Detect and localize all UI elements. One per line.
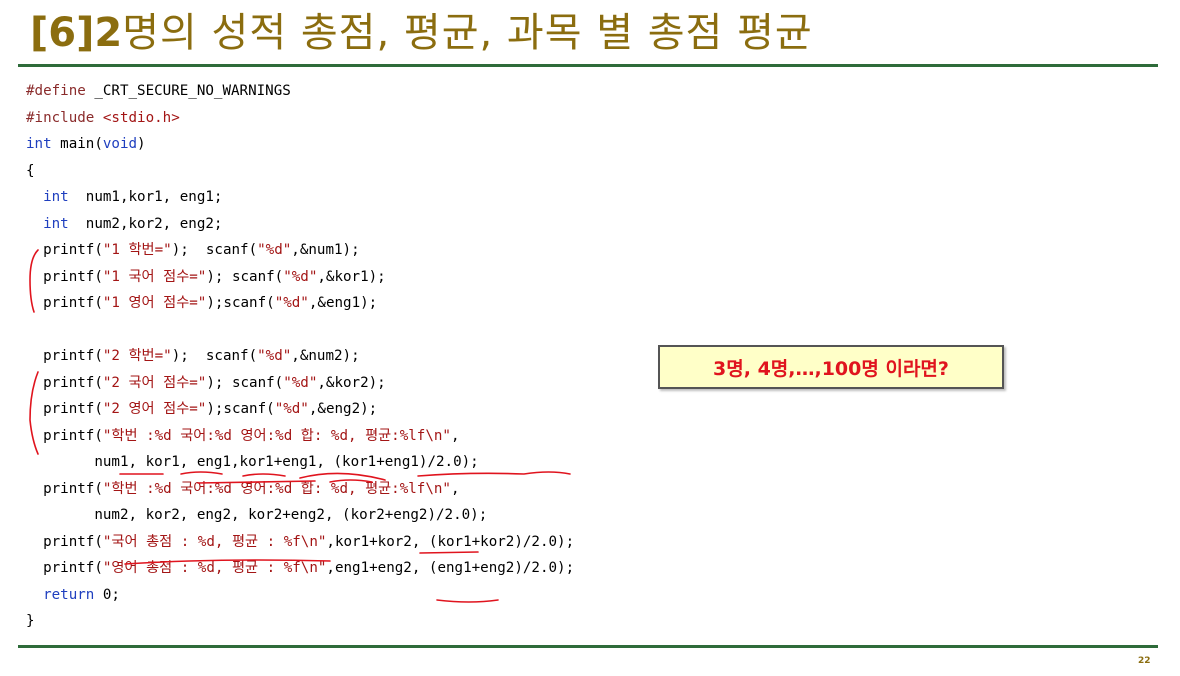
code-line: printf("영어 총점 : %d, 평균 : %f\n",eng1+eng2… — [26, 555, 574, 582]
code-token: void — [102, 136, 138, 152]
code-token: return — [43, 586, 95, 603]
code-token: , — [450, 427, 460, 444]
code-line: printf("1 학번="); scanf("%d",&num1); — [26, 237, 574, 264]
code-token: "%d" — [283, 374, 318, 391]
code-line: printf("1 국어 점수="); scanf("%d",&kor1); — [26, 264, 574, 291]
code-token: ,&kor2); — [317, 374, 386, 391]
code-token: num1, kor1, eng1,kor1+eng1, (kor1+eng1)/… — [26, 454, 479, 470]
code-line: } — [26, 608, 574, 635]
code-token: ,kor1+kor2, (kor1+kor2)/2.0); — [326, 533, 575, 550]
code-token: int — [43, 189, 69, 205]
code-line: printf("학번 :%d 국어:%d 영어:%d 합: %d, 평균:%lf… — [26, 423, 574, 450]
code-line: printf("2 영어 점수=");scanf("%d",&eng2); — [26, 396, 574, 423]
code-token: ); scanf( — [171, 348, 258, 364]
code-token: ); scanf( — [206, 268, 284, 285]
code-token: , — [450, 480, 460, 497]
code-token: printf( — [26, 295, 103, 311]
code-line: printf("학번 :%d 국어:%d 영어:%d 합: %d, 평균:%lf… — [26, 476, 574, 503]
code-token: num1,kor1, eng1; — [68, 189, 223, 205]
slide-title-prefix: [6]2 — [30, 10, 123, 56]
code-token: <stdio.h> — [102, 109, 180, 126]
code-token: "1 학번=" — [102, 242, 172, 258]
code-token: num2,kor2, eng2; — [68, 215, 223, 232]
code-token: "%d" — [283, 268, 318, 285]
code-token: _CRT_SECURE_NO_WARNINGS — [94, 83, 291, 99]
code-token: { — [26, 162, 35, 179]
code-token: ) — [137, 136, 146, 152]
code-token: "%d" — [274, 295, 309, 311]
code-token: num2, kor2, eng2, kor2+eng2, (kor2+eng2)… — [26, 507, 488, 523]
code-token: #include — [26, 109, 103, 126]
code-line: int num1,kor1, eng1; — [26, 184, 574, 211]
code-token: "1 국어 점수=" — [102, 268, 207, 285]
code-line: #include <stdio.h> — [26, 105, 574, 132]
code-line: num2, kor2, eng2, kor2+eng2, (kor2+eng2)… — [26, 502, 574, 529]
code-token: printf( — [26, 480, 103, 497]
code-token: printf( — [26, 348, 103, 364]
code-token: "%d" — [257, 242, 292, 258]
code-line: #define _CRT_SECURE_NO_WARNINGS — [26, 78, 574, 105]
code-token: 0; — [94, 586, 120, 603]
code-token: printf( — [26, 560, 103, 576]
code-line: int num2,kor2, eng2; — [26, 211, 574, 238]
code-token: "2 영어 점수=" — [102, 401, 207, 417]
code-token: printf( — [26, 374, 103, 391]
code-line: printf("2 국어 점수="); scanf("%d",&kor2); — [26, 370, 574, 397]
code-token: printf( — [26, 268, 103, 285]
code-token: main( — [51, 136, 103, 152]
code-token: int — [26, 136, 52, 152]
code-token: ,&num1); — [291, 242, 360, 258]
slide-title-main: 명의 성적 총점, 평균, 과목 별 총점 평균 — [122, 10, 813, 56]
code-token: "영어 총점 : %d, 평균 : %f\n" — [102, 560, 327, 576]
code-token: #define — [26, 83, 95, 99]
code-line: printf("2 학번="); scanf("%d",&num2); — [26, 343, 574, 370]
code-token: ); scanf( — [171, 242, 258, 258]
footer-divider — [18, 645, 1158, 648]
code-token: ,&kor1); — [317, 268, 386, 285]
code-line: num1, kor1, eng1,kor1+eng1, (kor1+eng1)/… — [26, 449, 574, 476]
page-number: 22 — [1138, 656, 1151, 666]
code-token: printf( — [26, 401, 103, 417]
code-token: "1 영어 점수=" — [102, 295, 207, 311]
code-token: );scanf( — [206, 295, 275, 311]
callout-text: 3명, 4명,…,100명 이라면? — [713, 357, 949, 380]
code-line: int main(void) — [26, 131, 574, 158]
code-token: "학번 :%d 국어:%d 영어:%d 합: %d, 평균:%lf\n" — [102, 427, 451, 444]
code-token: int — [43, 215, 69, 232]
code-token: ,&num2); — [291, 348, 360, 364]
code-token: );scanf( — [206, 401, 275, 417]
code-token: "2 국어 점수=" — [102, 374, 207, 391]
code-line: printf("1 영어 점수=");scanf("%d",&eng1); — [26, 290, 574, 317]
code-token: ,eng1+eng2, (eng1+eng2)/2.0); — [326, 560, 575, 576]
code-token: printf( — [26, 427, 103, 444]
slide-title: [6]2명의 성적 총점, 평균, 과목 별 총점 평균 — [30, 6, 813, 60]
callout-box: 3명, 4명,…,100명 이라면? — [658, 345, 1004, 389]
code-line: { — [26, 158, 574, 185]
code-token: ,&eng2); — [308, 401, 378, 417]
code-token: printf( — [26, 242, 103, 258]
title-divider — [18, 64, 1158, 67]
code-token: "학번 :%d 국어:%d 영어:%d 합: %d, 평균:%lf\n" — [102, 480, 451, 497]
code-token: ); scanf( — [206, 374, 284, 391]
code-block: #define _CRT_SECURE_NO_WARNINGS #include … — [26, 78, 574, 635]
code-token: printf( — [26, 533, 103, 550]
code-line: printf("국어 총점 : %d, 평균 : %f\n",kor1+kor2… — [26, 529, 574, 556]
code-token: ,&eng1); — [308, 295, 378, 311]
code-token: "2 학번=" — [102, 348, 172, 364]
code-token: "국어 총점 : %d, 평균 : %f\n" — [102, 533, 327, 550]
code-token: "%d" — [274, 401, 309, 417]
code-token: "%d" — [257, 348, 292, 364]
code-line: return 0; — [26, 582, 574, 609]
code-token: } — [26, 613, 35, 629]
